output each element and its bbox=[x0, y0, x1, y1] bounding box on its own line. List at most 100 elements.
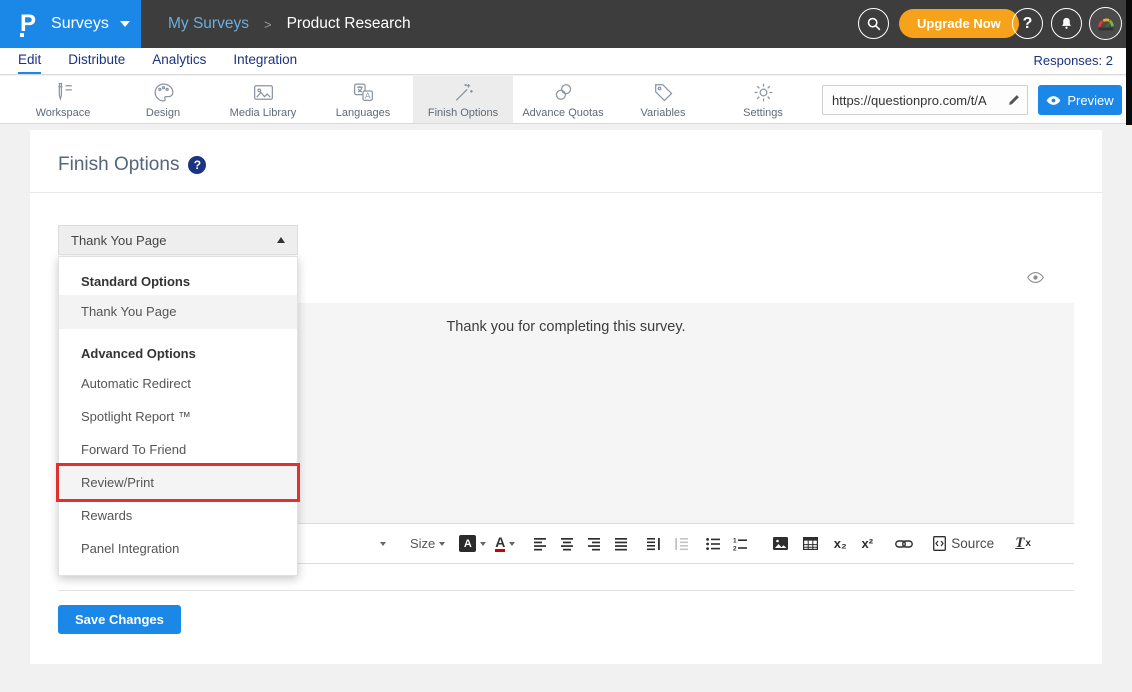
caret-up-icon bbox=[277, 237, 285, 243]
superscript-button[interactable]: x² bbox=[856, 531, 878, 557]
subscript-button[interactable]: x₂ bbox=[829, 531, 851, 557]
justify-button[interactable] bbox=[611, 531, 633, 557]
pencil-icon bbox=[1007, 93, 1021, 107]
breadcrumb: My Surveys > Product Research bbox=[168, 0, 411, 48]
ribbon-item-advance-quotas[interactable]: Advance Quotas bbox=[513, 76, 613, 123]
finish-option-select[interactable]: Thank You Page bbox=[58, 225, 298, 255]
dropdown-item-panel-integration[interactable]: Panel Integration bbox=[59, 532, 297, 565]
subscript-icon: x₂ bbox=[834, 536, 847, 551]
bullet-list-button[interactable] bbox=[702, 531, 724, 557]
survey-url-input[interactable] bbox=[823, 93, 1001, 108]
justify-icon bbox=[615, 537, 629, 551]
preview-button[interactable]: Preview bbox=[1038, 85, 1122, 115]
insert-table-button[interactable] bbox=[799, 531, 821, 557]
account-avatar[interactable] bbox=[1089, 7, 1122, 40]
finish-options-panel: Finish Options ? Thank you for completin… bbox=[30, 130, 1102, 664]
link-icon bbox=[895, 539, 913, 549]
align-left-icon bbox=[534, 537, 548, 551]
svg-text:2: 2 bbox=[733, 545, 737, 551]
title-help-icon[interactable]: ? bbox=[188, 156, 206, 174]
ribbon-item-finish-options[interactable]: Finish Options bbox=[413, 76, 513, 123]
font-dropdown[interactable] bbox=[370, 531, 392, 557]
dropdown-item-thank-you-page[interactable]: Thank You Page bbox=[59, 295, 297, 329]
tag-icon bbox=[651, 80, 676, 105]
notifications-button[interactable] bbox=[1051, 8, 1082, 39]
background-color-button[interactable]: A bbox=[459, 531, 486, 557]
thank-you-message: Thank you for completing this survey. bbox=[446, 319, 685, 335]
dropdown-item-forward-to-friend[interactable]: Forward To Friend bbox=[59, 433, 297, 466]
tab-integration[interactable]: Integration bbox=[233, 48, 297, 74]
product-switcher[interactable]: P Surveys bbox=[0, 0, 141, 48]
ribbon-item-languages[interactable]: A Languages bbox=[313, 76, 413, 123]
superscript-icon: x² bbox=[862, 536, 874, 551]
save-changes-button[interactable]: Save Changes bbox=[58, 605, 181, 634]
link-button[interactable] bbox=[893, 531, 915, 557]
remove-format-icon: T bbox=[1015, 535, 1024, 552]
divider bbox=[30, 192, 1102, 193]
dropdown-item-review-print[interactable]: Review/Print bbox=[59, 466, 297, 499]
help-button[interactable]: ? bbox=[1012, 8, 1043, 39]
top-bar: P Surveys My Surveys > Product Research … bbox=[0, 0, 1132, 48]
text-color-button[interactable]: A bbox=[494, 531, 516, 557]
tab-edit[interactable]: Edit bbox=[18, 48, 41, 74]
remove-format-button[interactable]: T x bbox=[1012, 531, 1034, 557]
finish-option-dropdown: Standard Options Thank You Page Advanced… bbox=[58, 256, 298, 576]
section-nav: Edit Distribute Analytics Integration Re… bbox=[0, 48, 1132, 75]
numbered-list-button[interactable]: 1 2 bbox=[729, 531, 751, 557]
ribbon-item-media-library[interactable]: Media Library bbox=[213, 76, 313, 123]
rings-icon bbox=[551, 80, 576, 105]
insert-image-button[interactable] bbox=[769, 531, 791, 557]
bullet-list-icon bbox=[706, 537, 720, 551]
product-menu-label: Surveys bbox=[51, 15, 109, 33]
svg-text:1: 1 bbox=[733, 537, 737, 544]
size-dropdown[interactable]: Size bbox=[410, 531, 445, 557]
chevron-down-icon bbox=[120, 21, 130, 27]
dropdown-item-rewards[interactable]: Rewards bbox=[59, 499, 297, 532]
dropdown-item-spotlight-report[interactable]: Spotlight Report ™ bbox=[59, 400, 297, 433]
align-center-button[interactable] bbox=[557, 531, 579, 557]
indent-button[interactable] bbox=[643, 531, 665, 557]
preview-toggle[interactable] bbox=[1027, 271, 1044, 289]
ribbon-item-workspace[interactable]: Workspace bbox=[13, 76, 113, 123]
tab-distribute[interactable]: Distribute bbox=[68, 48, 125, 74]
upgrade-now-button[interactable]: Upgrade Now bbox=[899, 9, 1019, 38]
bg-color-icon: A bbox=[459, 535, 476, 552]
nav-tabs: Edit Distribute Analytics Integration bbox=[0, 48, 1132, 74]
palette-icon bbox=[151, 80, 176, 105]
ribbon-item-design[interactable]: Design bbox=[113, 76, 213, 123]
align-right-icon bbox=[588, 537, 602, 551]
tab-analytics[interactable]: Analytics bbox=[152, 48, 206, 74]
breadcrumb-my-surveys[interactable]: My Surveys bbox=[168, 15, 249, 33]
gauge-icon bbox=[1095, 13, 1117, 35]
text-color-icon: A bbox=[495, 535, 505, 552]
search-icon bbox=[865, 15, 883, 33]
survey-url-box bbox=[822, 85, 1028, 115]
caret-down-icon bbox=[439, 542, 445, 546]
bell-icon bbox=[1058, 15, 1075, 32]
dropdown-item-automatic-redirect[interactable]: Automatic Redirect bbox=[59, 367, 297, 400]
eye-icon bbox=[1046, 95, 1061, 106]
ribbon-items: Workspace Design Media Library bbox=[13, 76, 813, 123]
align-center-icon bbox=[561, 537, 575, 551]
caret-down-icon bbox=[480, 542, 486, 546]
panel-header: Finish Options ? bbox=[58, 154, 206, 176]
gear-icon bbox=[751, 80, 776, 105]
divider bbox=[58, 590, 1074, 591]
window-edge-artifact bbox=[1126, 0, 1132, 125]
search-button[interactable] bbox=[858, 8, 889, 39]
outdent-button[interactable] bbox=[670, 531, 692, 557]
ribbon-item-variables[interactable]: Variables bbox=[613, 76, 713, 123]
align-left-button[interactable] bbox=[530, 531, 552, 557]
image-icon bbox=[251, 80, 276, 105]
align-right-button[interactable] bbox=[584, 531, 606, 557]
source-button[interactable]: Source bbox=[933, 531, 994, 557]
svg-text:A: A bbox=[364, 90, 370, 100]
translate-icon: A bbox=[351, 80, 376, 105]
edit-url-button[interactable] bbox=[1001, 86, 1027, 114]
dropdown-group-advanced: Advanced Options bbox=[59, 341, 297, 367]
responses-count[interactable]: Responses: 2 bbox=[1034, 48, 1114, 73]
breadcrumb-current-survey: Product Research bbox=[287, 15, 411, 33]
questionpro-app: P Surveys My Surveys > Product Research … bbox=[0, 0, 1132, 692]
preview-label: Preview bbox=[1067, 93, 1113, 108]
ribbon-item-settings[interactable]: Settings bbox=[713, 76, 813, 123]
